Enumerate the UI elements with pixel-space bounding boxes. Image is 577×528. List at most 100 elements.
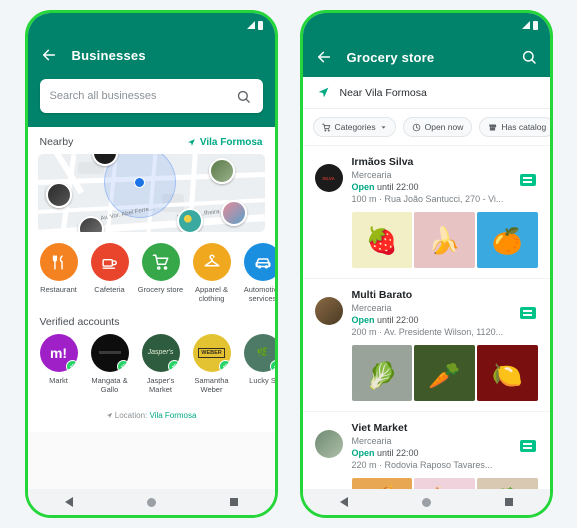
listing-header: Multi Barato Mercearia Open until 22:00 … xyxy=(314,289,538,337)
salad-photo[interactable]: 🥗 xyxy=(476,478,538,489)
battery-icon xyxy=(257,20,263,30)
category-row: Restaurant Cafeteria Grocery store Appar… xyxy=(28,232,275,308)
bottles-photo[interactable]: 🍾 xyxy=(414,478,475,489)
search-icon[interactable] xyxy=(235,87,253,105)
verified-check-icon: ✓ xyxy=(65,359,78,372)
map-marker[interactable] xyxy=(176,208,203,232)
category-grocery-store[interactable]: Grocery store xyxy=(138,243,184,304)
avatar-logo-text: WEBER xyxy=(198,347,225,358)
signal-icon xyxy=(246,21,255,29)
verified-account-jaspers-market[interactable]: Jasper's ✓ Samantha Weber Jasper's Marke… xyxy=(138,333,184,395)
carrots-photo[interactable]: 🥕 xyxy=(414,345,475,401)
filter-chip-categories[interactable]: Categories xyxy=(312,117,396,137)
nav-back-icon[interactable] xyxy=(64,497,73,507)
cafeteria-icon xyxy=(90,243,129,281)
right-top-green: Grocery store xyxy=(302,13,550,77)
nearby-map[interactable]: Av. Vor. Abel Ferre... Ver. Abe...ffreir… xyxy=(37,154,265,232)
verified-account-samantha-weber[interactable]: WEBER ✓ Samantha Weber xyxy=(189,333,235,395)
back-arrow-icon[interactable] xyxy=(40,46,58,64)
category-apparel-clothing[interactable]: Apparel & clothing xyxy=(189,243,235,304)
listing-irmaos-silva[interactable]: SILVA Irmãos Silva Mercearia Open until … xyxy=(302,145,550,278)
filter-chip-has-catalog[interactable]: Has catalog xyxy=(479,117,550,137)
category-label: Restaurant xyxy=(40,285,77,294)
near-location-bar[interactable]: Near Vila Formosa xyxy=(302,77,550,109)
search-placeholder: Search all businesses xyxy=(49,90,157,102)
search-area: Search all businesses xyxy=(27,73,275,127)
nav-recents-icon[interactable] xyxy=(229,498,238,506)
avatar: m! ✓ xyxy=(39,333,78,372)
map-marker[interactable] xyxy=(45,182,72,208)
hanger-icon xyxy=(192,243,231,281)
listing-category: Mercearia xyxy=(351,170,392,180)
footer-location-link[interactable]: Vila Formosa xyxy=(149,411,196,420)
catalog-badge-icon[interactable] xyxy=(519,440,536,452)
map-marker[interactable] xyxy=(208,158,235,184)
left-status-bar xyxy=(28,13,275,37)
listing-info: Irmãos Silva Mercearia Open until 22:00 … xyxy=(352,156,538,204)
verified-account-label: Mangata & Gallo xyxy=(91,375,128,395)
back-arrow-icon[interactable] xyxy=(315,48,333,66)
cutlery-icon xyxy=(39,243,78,281)
map-marker[interactable] xyxy=(220,200,247,226)
avatar-text: SILVA xyxy=(322,175,335,181)
search-icon[interactable] xyxy=(520,48,538,66)
bread-photo[interactable]: 🥖 xyxy=(351,478,413,489)
listing-multi-barato[interactable]: Multi Barato Mercearia Open until 22:00 … xyxy=(302,278,550,411)
verified-account-markt[interactable]: m! ✓ Markt xyxy=(36,333,82,395)
catalog-badge-icon[interactable] xyxy=(519,174,536,186)
filter-chip-label: Open now xyxy=(424,122,464,132)
lettuce-photo[interactable]: 🥬 xyxy=(351,345,413,401)
banana-photo[interactable]: 🍌 xyxy=(414,212,475,268)
car-icon xyxy=(243,243,275,281)
strawberry-photo[interactable]: 🍓 xyxy=(351,212,413,268)
left-app-bar: Businesses xyxy=(28,37,275,73)
listing-viet-market[interactable]: Viet Market Mercearia Open until 22:00 2… xyxy=(302,411,550,489)
nav-home-icon[interactable] xyxy=(421,497,431,507)
listing-name: Multi Barato xyxy=(351,289,413,301)
current-location-dot xyxy=(133,177,145,188)
avatar xyxy=(314,297,343,325)
filter-chip-open-now[interactable]: Open now xyxy=(402,117,473,137)
signal-icon xyxy=(521,21,530,29)
catalog-badge-icon[interactable] xyxy=(519,307,536,319)
right-nav-bar xyxy=(302,489,550,515)
nav-back-icon[interactable] xyxy=(339,497,348,507)
nearby-location[interactable]: Vila Formosa xyxy=(187,137,263,148)
chevron-down-icon xyxy=(381,125,386,129)
verified-accounts-title: Verified accounts xyxy=(39,315,120,328)
verified-check-icon: ✓ xyxy=(218,359,231,372)
nav-recents-icon[interactable] xyxy=(504,498,513,506)
avatar: 🌿 ✓ xyxy=(243,333,275,372)
footer-location[interactable]: Location: Vila Formosa xyxy=(28,401,275,432)
nav-home-icon[interactable] xyxy=(146,497,156,507)
open-label: Open xyxy=(351,448,375,458)
orange-photo[interactable]: 🍊 xyxy=(476,212,538,268)
nearby-card: Nearby Vila Formosa Av. Vor. Abel Ferre.… xyxy=(27,127,275,432)
listing-address: 200 m · Av. Presidente Wilson, 1120... xyxy=(351,327,504,337)
verified-account-mangata-gallo[interactable]: ✓ Mangata & Gallo xyxy=(87,333,133,395)
category-automotive-services[interactable]: Automotive services xyxy=(240,243,275,304)
verified-account-label: Jasper's Market xyxy=(146,375,175,395)
page-title: Grocery store xyxy=(346,49,435,65)
category-cafeteria[interactable]: Cafeteria xyxy=(87,243,133,304)
navigation-arrow-icon xyxy=(106,412,112,419)
category-restaurant[interactable]: Restaurant xyxy=(36,243,82,304)
avatar: Jasper's ✓ xyxy=(141,333,180,372)
navigation-arrow-icon xyxy=(318,87,328,98)
listing-photo-row: 🍓 🍌 🍊 xyxy=(351,212,538,278)
search-input[interactable]: Search all businesses xyxy=(39,79,263,113)
listing-name: Viet Market xyxy=(351,422,408,434)
open-label: Open xyxy=(351,182,375,192)
peppers-photo[interactable]: 🍋 xyxy=(476,345,538,401)
listing-photo-row: 🥖 🍾 🥗 xyxy=(351,478,538,489)
verified-account-lucky-s[interactable]: 🌿 ✓ Lucky S xyxy=(240,333,275,395)
right-phone-frame: Grocery store Near Vila Formosa Categori… xyxy=(299,10,553,518)
right-status-bar xyxy=(303,13,550,37)
listing-header: Viet Market Mercearia Open until 22:00 2… xyxy=(314,422,538,470)
verified-accounts-row: m! ✓ Markt ✓ Mangata & Gallo Jasper's ✓ … xyxy=(28,333,275,401)
verified-account-label: Markt xyxy=(49,375,68,385)
verified-check-icon: ✓ xyxy=(269,359,275,372)
map-marker[interactable] xyxy=(77,216,104,232)
filter-chip-row: Categories Open now Has catalog xyxy=(302,109,550,145)
avatar: WEBER ✓ xyxy=(192,333,231,372)
